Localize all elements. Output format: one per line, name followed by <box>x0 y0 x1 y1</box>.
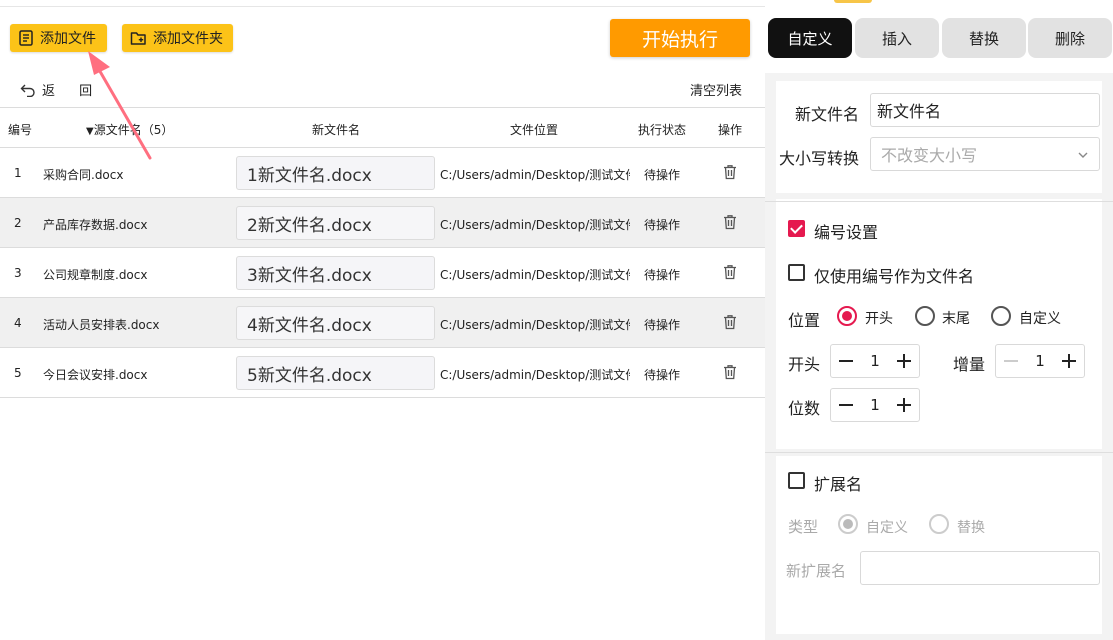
extension-card: 扩展名 类型 自定义 替换 新扩展名 <box>776 456 1102 634</box>
plus-icon[interactable] <box>895 396 913 414</box>
row-location: C:/Users/admin/Desktop/测试文件 <box>440 218 630 232</box>
row-source: 活动人员安排表.docx <box>43 318 160 332</box>
new-extension-label: 新扩展名 <box>786 562 847 580</box>
row-new-name[interactable]: 5新文件名.docx <box>236 356 435 390</box>
type-custom-label: 自定义 <box>866 520 908 536</box>
top-divider <box>0 6 765 7</box>
trash-icon[interactable] <box>723 364 737 383</box>
tab-delete[interactable]: 删除 <box>1028 18 1112 58</box>
row-status: 待操作 <box>644 268 681 282</box>
minus-icon[interactable] <box>1002 352 1020 370</box>
file-icon <box>19 30 33 46</box>
top-accent-bar <box>834 0 872 3</box>
type-replace-radio[interactable] <box>929 514 949 534</box>
settings-panel: 新文件名 新文件名 大小写转换 不改变大小写 编号设置 仅使用编号作为文件名 位… <box>765 73 1113 640</box>
row-num: 4 <box>14 316 22 330</box>
table-row: 3 公司规章制度.docx 3新文件名.docx C:/Users/admin/… <box>0 248 765 298</box>
row-status: 待操作 <box>644 218 681 232</box>
back-arrow-icon <box>20 84 35 97</box>
position-end-radio[interactable] <box>915 306 935 326</box>
row-location: C:/Users/admin/Desktop/测试文件 <box>440 168 630 182</box>
new-name-label: 新文件名 <box>795 105 860 124</box>
chevron-down-icon <box>1077 146 1089 165</box>
position-start-label: 开头 <box>865 311 893 327</box>
table-row: 5 今日会议安排.docx 5新文件名.docx C:/Users/admin/… <box>0 348 765 398</box>
row-new-name[interactable]: 4新文件名.docx <box>236 306 435 340</box>
folder-add-icon <box>130 32 146 45</box>
start-button[interactable]: 开始执行 <box>610 19 750 57</box>
row-source: 采购合同.docx <box>43 168 124 182</box>
row-location: C:/Users/admin/Desktop/测试文件 <box>440 368 630 382</box>
tab-insert[interactable]: 插入 <box>855 18 939 58</box>
row-status: 待操作 <box>644 318 681 332</box>
numbering-label: 编号设置 <box>814 223 879 242</box>
row-new-name[interactable]: 3新文件名.docx <box>236 256 435 290</box>
position-end-label: 末尾 <box>942 311 970 327</box>
pointer-arrow-icon <box>88 51 152 160</box>
row-location: C:/Users/admin/Desktop/测试文件 <box>440 268 630 282</box>
digits-stepper[interactable]: 1 <box>830 388 920 422</box>
type-replace-label: 替换 <box>957 520 985 536</box>
numbering-card: 编号设置 仅使用编号作为文件名 位置 开头 末尾 自定义 开头 1 增量 1 位… <box>776 199 1102 449</box>
extension-label: 扩展名 <box>814 475 863 494</box>
trash-icon[interactable] <box>723 314 737 333</box>
new-extension-input[interactable] <box>860 551 1100 585</box>
header-location: 文件位置 <box>510 123 559 137</box>
type-custom-radio[interactable] <box>838 514 858 534</box>
increment-value: 1 <box>1035 352 1045 370</box>
trash-icon[interactable] <box>723 264 737 283</box>
only-number-checkbox[interactable] <box>788 264 805 281</box>
trash-icon[interactable] <box>723 214 737 233</box>
row-location: C:/Users/admin/Desktop/测试文件 <box>440 318 630 332</box>
numbering-checkbox[interactable] <box>788 220 805 237</box>
row-source: 产品库存数据.docx <box>43 218 148 232</box>
trash-icon[interactable] <box>723 164 737 183</box>
start-value: 1 <box>870 352 880 370</box>
position-custom-label: 自定义 <box>1019 311 1061 327</box>
row-num: 2 <box>14 216 22 230</box>
position-custom-radio[interactable] <box>991 306 1011 326</box>
case-select[interactable]: 不改变大小写 <box>870 137 1100 171</box>
extension-checkbox[interactable] <box>788 472 805 489</box>
position-start-radio[interactable] <box>837 306 857 326</box>
increment-stepper[interactable]: 1 <box>995 344 1085 378</box>
digits-label: 位数 <box>788 399 821 418</box>
minus-icon[interactable] <box>837 352 855 370</box>
row-source: 今日会议安排.docx <box>43 368 148 382</box>
row-status: 待操作 <box>644 368 681 382</box>
table-row: 4 活动人员安排表.docx 4新文件名.docx C:/Users/admin… <box>0 298 765 348</box>
header-status: 执行状态 <box>638 123 687 137</box>
header-action: 操作 <box>718 123 743 137</box>
case-select-value: 不改变大小写 <box>881 146 978 165</box>
header-num: 编号 <box>8 123 33 137</box>
tab-custom[interactable]: 自定义 <box>768 18 852 58</box>
row-new-name[interactable]: 1新文件名.docx <box>236 156 435 190</box>
row-num: 5 <box>14 366 22 380</box>
row-num: 3 <box>14 266 22 280</box>
section-divider <box>765 452 1113 453</box>
plus-icon[interactable] <box>895 352 913 370</box>
header-new-name: 新文件名 <box>312 123 361 137</box>
section-divider <box>765 201 1113 202</box>
add-folder-label: 添加文件夹 <box>153 31 223 47</box>
row-new-name[interactable]: 2新文件名.docx <box>236 206 435 240</box>
row-status: 待操作 <box>644 168 681 182</box>
start-stepper[interactable]: 1 <box>830 344 920 378</box>
minus-icon[interactable] <box>837 396 855 414</box>
tab-replace[interactable]: 替换 <box>942 18 1026 58</box>
table-row: 2 产品库存数据.docx 2新文件名.docx C:/Users/admin/… <box>0 198 765 248</box>
clear-list-button[interactable]: 清空列表 <box>690 80 742 99</box>
only-number-label: 仅使用编号作为文件名 <box>814 267 975 286</box>
row-source: 公司规章制度.docx <box>43 268 148 282</box>
digits-value: 1 <box>870 396 880 414</box>
plus-icon[interactable] <box>1060 352 1078 370</box>
name-settings-card: 新文件名 新文件名 大小写转换 不改变大小写 <box>776 81 1102 193</box>
type-label: 类型 <box>788 518 819 536</box>
increment-label: 增量 <box>953 355 986 374</box>
position-label: 位置 <box>788 311 821 330</box>
start-label: 开头 <box>788 355 821 374</box>
row-num: 1 <box>14 166 22 180</box>
case-label: 大小写转换 <box>779 149 860 168</box>
new-name-input[interactable]: 新文件名 <box>870 93 1100 127</box>
